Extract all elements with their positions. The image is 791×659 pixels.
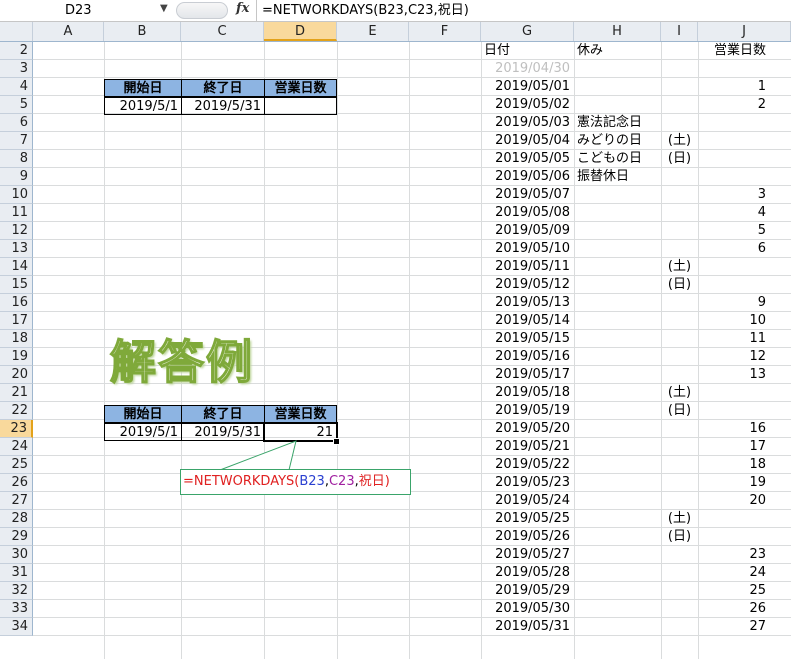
callout-arg-start: B23 [299, 474, 325, 489]
callout-arg-holidays: 祝日 [358, 474, 385, 489]
callout-close: ) [384, 474, 390, 489]
callout-pointer [219, 440, 297, 471]
formula-callout: =NETWORKDAYS(B23,C23,祝日) [180, 469, 411, 495]
callout-arg-end: C23 [328, 474, 355, 489]
callout-function: =NETWORKDAYS( [183, 474, 300, 489]
